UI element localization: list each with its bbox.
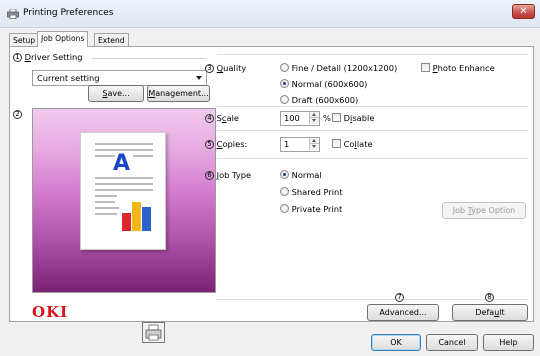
radio-button[interactable]	[280, 95, 289, 104]
radio-button[interactable]	[280, 170, 289, 179]
bar-chart-icon	[122, 202, 151, 231]
tab-label: Extend	[98, 36, 125, 45]
option-label: Fine / Detail (1200x1200)	[291, 63, 398, 73]
text-line	[95, 201, 115, 203]
disable-checkbox[interactable]: Disable	[332, 113, 374, 123]
driver-setting-label: Driver Setting	[24, 52, 83, 62]
advanced-button[interactable]: Advanced...	[367, 304, 439, 321]
default-marker: 8	[485, 292, 494, 302]
radio-button[interactable]	[280, 63, 289, 72]
copies-spinbox[interactable]: 1	[280, 137, 320, 152]
scale-value: 100	[284, 113, 300, 123]
text-line	[95, 143, 153, 145]
text-line	[95, 189, 153, 191]
printer-icon	[7, 9, 19, 19]
text-line	[95, 177, 153, 179]
checkbox[interactable]	[421, 63, 430, 72]
option-label: Normal	[291, 170, 322, 180]
radio-button[interactable]	[280, 187, 289, 196]
text-line	[95, 213, 117, 215]
group-separator	[92, 58, 206, 59]
marker-6: 6	[205, 171, 214, 180]
cancel-button[interactable]: Cancel	[426, 334, 478, 351]
marker-2: 2	[13, 110, 22, 119]
option-label: Shared Print	[291, 187, 343, 197]
radio-button[interactable]	[280, 204, 289, 213]
collate-checkbox[interactable]: Collate	[332, 139, 373, 149]
job-type-option-shared-print[interactable]: Shared Print	[280, 187, 343, 197]
printer-icon	[145, 324, 162, 341]
oki-logo: OKI	[32, 303, 69, 321]
marker-8: 8	[485, 293, 494, 302]
spin-down-icon[interactable]	[309, 118, 319, 124]
section-separator	[217, 130, 528, 131]
quality-label: 3 Quality	[205, 63, 246, 73]
radio-button[interactable]	[280, 79, 289, 88]
checkbox[interactable]	[332, 139, 341, 148]
marker-5: 5	[205, 140, 214, 149]
job-options-panel: 1 Driver Setting Current setting Save...…	[9, 46, 534, 343]
ok-button[interactable]: OK	[371, 334, 421, 351]
close-icon: ✕	[519, 6, 528, 17]
scale-spinbox[interactable]: 100	[280, 111, 320, 126]
text-line	[95, 207, 119, 209]
preview-page: A	[80, 132, 166, 250]
driver-setting-heading: 1 Driver Setting	[13, 52, 83, 62]
section-separator	[217, 158, 528, 159]
job-type-label: 6 Job Type	[205, 170, 251, 180]
marker-1: 1	[13, 53, 22, 62]
option-label: Normal (600x600)	[291, 79, 368, 89]
quality-option-normal[interactable]: Normal (600x600)	[280, 79, 367, 89]
driver-setting-combobox[interactable]: Current setting	[32, 70, 207, 86]
advanced-marker: 7	[395, 292, 404, 302]
dropdown-arrow-icon	[196, 76, 202, 80]
combo-value: Current setting	[37, 73, 100, 83]
help-button[interactable]: Help	[483, 334, 534, 351]
text-line	[95, 183, 153, 185]
quality-option-draft[interactable]: Draft (600x600)	[280, 95, 358, 105]
tab-label: Setup	[13, 36, 36, 45]
preview-printer-button[interactable]	[142, 322, 165, 343]
tab-extend[interactable]: Extend	[94, 33, 129, 46]
job-type-option-private-print[interactable]: Private Print	[280, 204, 342, 214]
text-line	[95, 155, 115, 157]
photo-enhance-checkbox[interactable]: Photo Enhance	[421, 63, 495, 73]
job-type-option-normal[interactable]: Normal	[280, 170, 322, 180]
copies-value: 1	[284, 139, 290, 149]
preview-marker: 2	[13, 109, 22, 119]
preview-letter: A	[113, 151, 131, 176]
printing-preferences-window: Printing Preferences ✕ Setup Job Options…	[0, 0, 540, 356]
print-preview: A	[32, 108, 216, 343]
scale-unit: %	[323, 113, 331, 123]
management-button[interactable]: Management...	[147, 85, 210, 102]
tab-setup[interactable]: Setup	[9, 33, 40, 46]
close-button[interactable]: ✕	[512, 4, 535, 19]
default-button[interactable]: Default	[452, 304, 528, 321]
quality-option-fine[interactable]: Fine / Detail (1200x1200)	[280, 63, 397, 73]
tab-label: Job Options	[41, 34, 85, 43]
window-title: Printing Preferences	[23, 8, 114, 18]
section-separator	[217, 299, 528, 300]
section-separator	[217, 106, 528, 107]
marker-7: 7	[395, 293, 404, 302]
marker-4: 4	[205, 114, 214, 123]
scale-label: 4 Scale	[205, 113, 239, 123]
tab-job-options[interactable]: Job Options	[37, 31, 89, 47]
text-line	[133, 155, 153, 157]
marker-3: 3	[205, 64, 214, 73]
job-type-option-button[interactable]: Job Type Option	[442, 202, 526, 219]
title-bar[interactable]: Printing Preferences ✕	[0, 0, 540, 28]
option-label: Draft (600x600)	[291, 95, 359, 105]
save-button[interactable]: Save...	[88, 85, 144, 102]
option-label: Private Print	[291, 204, 343, 214]
checkbox[interactable]	[332, 113, 341, 122]
copies-label: 5 Copies:	[205, 139, 247, 149]
spin-down-icon[interactable]	[309, 144, 319, 150]
section-separator	[217, 54, 528, 55]
text-line	[95, 195, 117, 197]
